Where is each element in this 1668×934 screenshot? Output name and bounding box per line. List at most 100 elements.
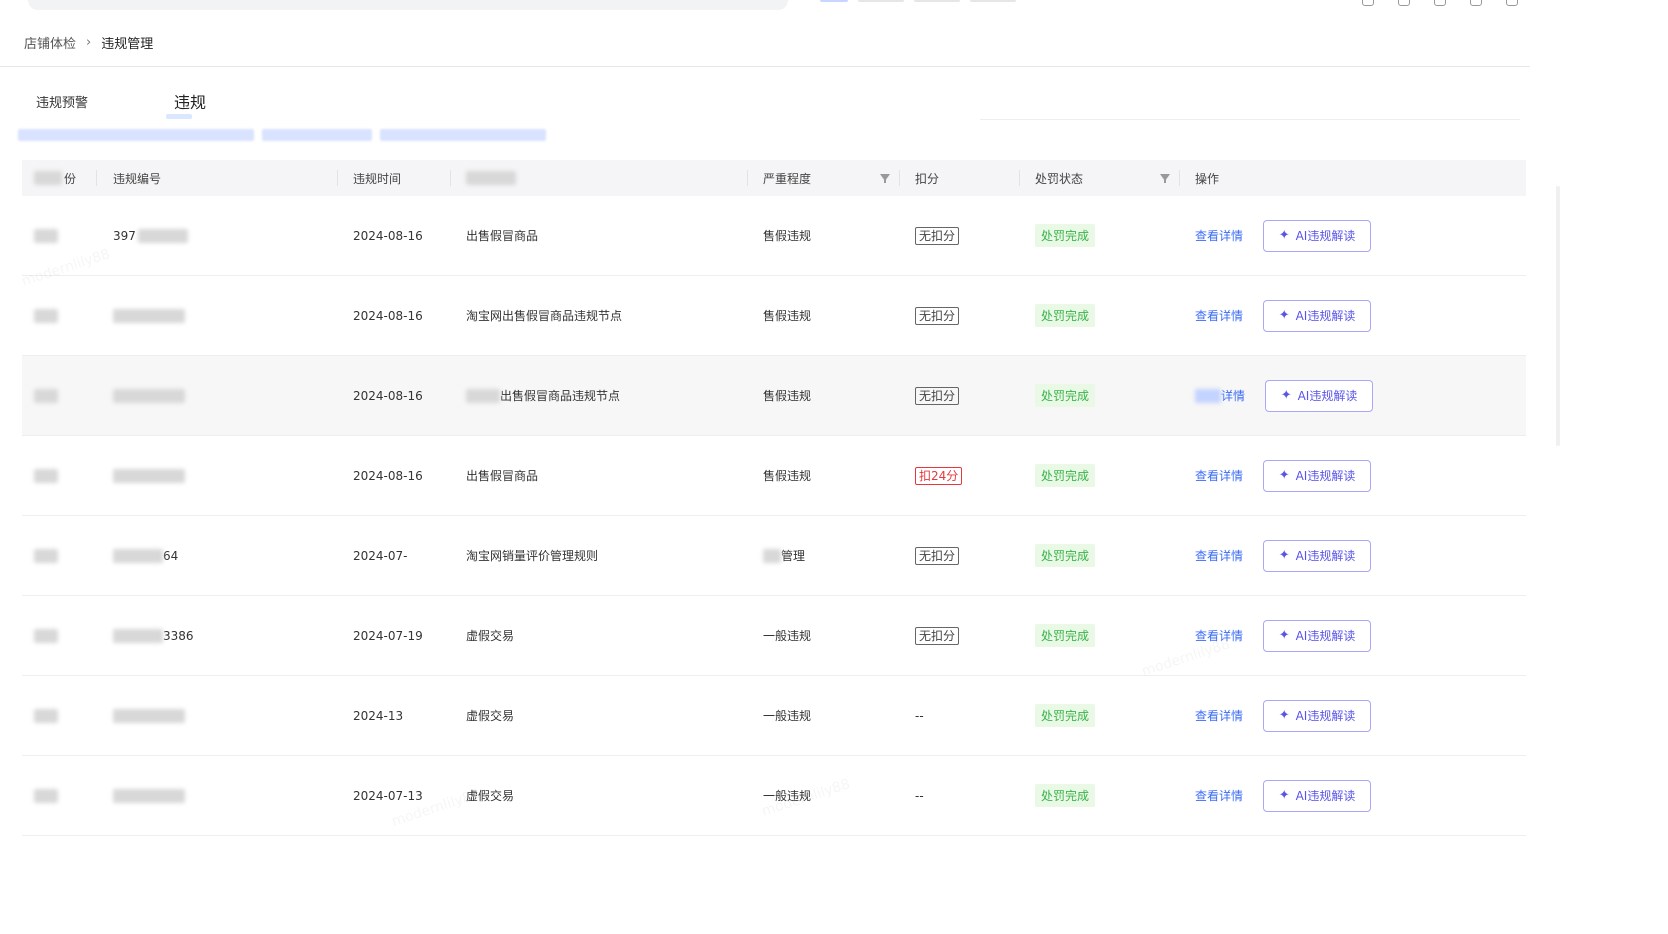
top-link[interactable] [970, 0, 1016, 2]
view-details-link[interactable]: 查看详情 [1195, 467, 1243, 484]
document-icon[interactable] [1398, 0, 1410, 6]
redacted-text [34, 628, 58, 643]
tab-violation[interactable]: 违规 [160, 86, 220, 120]
actions-cell: 查看详情 ✦ AI违规解读 [1180, 196, 1526, 275]
help-icon[interactable] [1362, 0, 1374, 6]
table-header: 身份份 违规编号 违规时间 严重程度 扣分 处罚状态 操作 [22, 160, 1526, 196]
column-label: 严重程度 [763, 171, 812, 186]
score-cell: -- [900, 756, 1020, 835]
score-badge: 无扣分 [915, 546, 960, 565]
score-cell: 无扣分 [900, 596, 1020, 675]
view-details-link[interactable]: 查看详情 [1195, 307, 1243, 324]
table-row[interactable]: 64 2024-07- 淘宝网销量评价管理规则 管理 无扣分 处罚完成 查看详情… [22, 516, 1526, 596]
redacted-text [380, 129, 546, 141]
severity-cell: 一般违规 [748, 756, 900, 835]
violation-id-cell: 397 [97, 196, 338, 275]
violation-date: 2024-07-13 [353, 788, 423, 803]
view-details-link[interactable]: 查看详情 [1195, 627, 1243, 644]
column-header-status: 处罚状态 [1020, 160, 1180, 196]
score-badge: 无扣分 [915, 626, 960, 645]
status-badge: 处罚完成 [1035, 384, 1096, 407]
redacted-text [113, 548, 163, 563]
address-bar[interactable] [28, 0, 788, 10]
breadcrumb-item-shop-check[interactable]: 店铺体检 [24, 33, 76, 52]
column-header-violation-name [451, 160, 748, 196]
severity-text: 一般违规 [763, 709, 812, 723]
redacted-text [1195, 388, 1221, 403]
column-header-violation-id: 违规编号 [97, 160, 338, 196]
severity-cell: 售假违规 [748, 356, 900, 435]
ai-interpret-button[interactable]: ✦ AI违规解读 [1265, 379, 1374, 412]
table-row[interactable]: 2024-08-16 出售假冒商品违规节点 售假违规 无扣分 处罚完成 详情 ✦… [22, 356, 1526, 436]
sparkle-icon: ✦ [1278, 548, 1290, 563]
scrollbar[interactable] [1556, 186, 1560, 446]
violation-time-cell: 2024-08-16 [338, 356, 451, 435]
violation-id-prefix: 397 [113, 228, 136, 243]
ai-interpret-button[interactable]: ✦ AI违规解读 [1263, 299, 1372, 332]
score-badge: 无扣分 [915, 226, 960, 245]
actions-cell: 查看详情 ✦ AI违规解读 [1180, 596, 1526, 675]
violation-time-cell: 2024-07-19 [338, 596, 451, 675]
filter-icon[interactable] [880, 174, 890, 183]
view-details-link[interactable]: 查看详情 [1195, 787, 1243, 804]
top-link[interactable] [858, 0, 904, 2]
browser-top-bar [0, 0, 1668, 16]
score-text: -- [915, 708, 924, 723]
redacted-text [763, 548, 781, 563]
redacted-text [113, 468, 185, 483]
identity-cell [22, 356, 97, 435]
score-badge: 扣24分 [915, 466, 963, 485]
ai-interpret-button[interactable]: ✦ AI违规解读 [1263, 619, 1372, 652]
violation-id-suffix: 64 [163, 548, 179, 563]
breadcrumb-item-violation-management: 违规管理 [101, 36, 154, 52]
severity-cell: 一般违规 [748, 676, 900, 755]
table-row[interactable]: 2024-07-13 虚假交易 一般违规 -- 处罚完成 查看详情 ✦ AI违规… [22, 756, 1526, 836]
ai-interpret-button[interactable]: ✦ AI违规解读 [1263, 779, 1372, 812]
ai-interpret-button[interactable]: ✦ AI违规解读 [1263, 539, 1372, 572]
filter-icon[interactable] [1160, 174, 1170, 183]
redacted-text [34, 388, 58, 403]
tab-violation-warning[interactable]: 违规预警 [22, 86, 102, 120]
view-details-link[interactable]: 查看详情 [1195, 227, 1243, 244]
ai-button-label: AI违规解读 [1295, 549, 1356, 563]
severity-text: 售假违规 [763, 229, 812, 243]
ai-button-label: AI违规解读 [1295, 309, 1356, 323]
status-cell: 处罚完成 [1020, 276, 1180, 355]
ai-button-label: AI违规解读 [1295, 629, 1356, 643]
ai-interpret-button[interactable]: ✦ AI违规解读 [1263, 699, 1372, 732]
table-row[interactable]: 3386 2024-07-19 虚假交易 一般违规 无扣分 处罚完成 查看详情 … [22, 596, 1526, 676]
violation-name-cell: 出售假冒商品违规节点 [451, 356, 748, 435]
violation-name: 虚假交易 [466, 629, 515, 643]
ai-button-label: AI违规解读 [1295, 789, 1356, 803]
status-badge: 处罚完成 [1035, 704, 1096, 727]
ai-interpret-button[interactable]: ✦ AI违规解读 [1263, 219, 1372, 252]
view-details-link[interactable]: 详情 [1221, 387, 1245, 404]
violation-id-cell: 3386 [97, 596, 338, 675]
top-link[interactable] [820, 0, 848, 2]
violation-date: 2024-07- [353, 548, 408, 563]
view-details-link[interactable]: 查看详情 [1195, 547, 1243, 564]
status-cell: 处罚完成 [1020, 436, 1180, 515]
violation-name: 出售假冒商品 [466, 229, 539, 243]
window-icon[interactable] [1470, 0, 1482, 6]
table-row[interactable]: 397 2024-08-16 出售假冒商品 售假违规 无扣分 处罚完成 查看详情… [22, 196, 1526, 276]
status-cell: 处罚完成 [1020, 756, 1180, 835]
table-row[interactable]: 2024-08-16 出售假冒商品 售假违规 扣24分 处罚完成 查看详情 ✦ … [22, 436, 1526, 516]
bookmark-icon[interactable] [1434, 0, 1446, 6]
view-details-link[interactable]: 查看详情 [1195, 707, 1243, 724]
sparkle-icon: ✦ [1278, 468, 1290, 483]
redacted-text [34, 228, 58, 243]
severity-cell: 一般违规 [748, 596, 900, 675]
ai-interpret-button[interactable]: ✦ AI违规解读 [1263, 459, 1372, 492]
settings-icon[interactable] [1506, 0, 1518, 6]
top-icons [1362, 0, 1518, 6]
redacted-text [466, 388, 500, 403]
top-link[interactable] [914, 0, 960, 2]
violation-date: 2024-08-16 [353, 228, 423, 243]
violation-date: 2024-08-16 [353, 388, 423, 403]
table-row[interactable]: 2024-08-16 淘宝网出售假冒商品违规节点 售假违规 无扣分 处罚完成 查… [22, 276, 1526, 356]
severity-text: 售假违规 [763, 389, 812, 403]
table-row[interactable]: 2024-13 虚假交易 一般违规 -- 处罚完成 查看详情 ✦ AI违规解读 [22, 676, 1526, 756]
severity-text: 售假违规 [763, 309, 812, 323]
violation-name: 虚假交易 [466, 709, 515, 723]
